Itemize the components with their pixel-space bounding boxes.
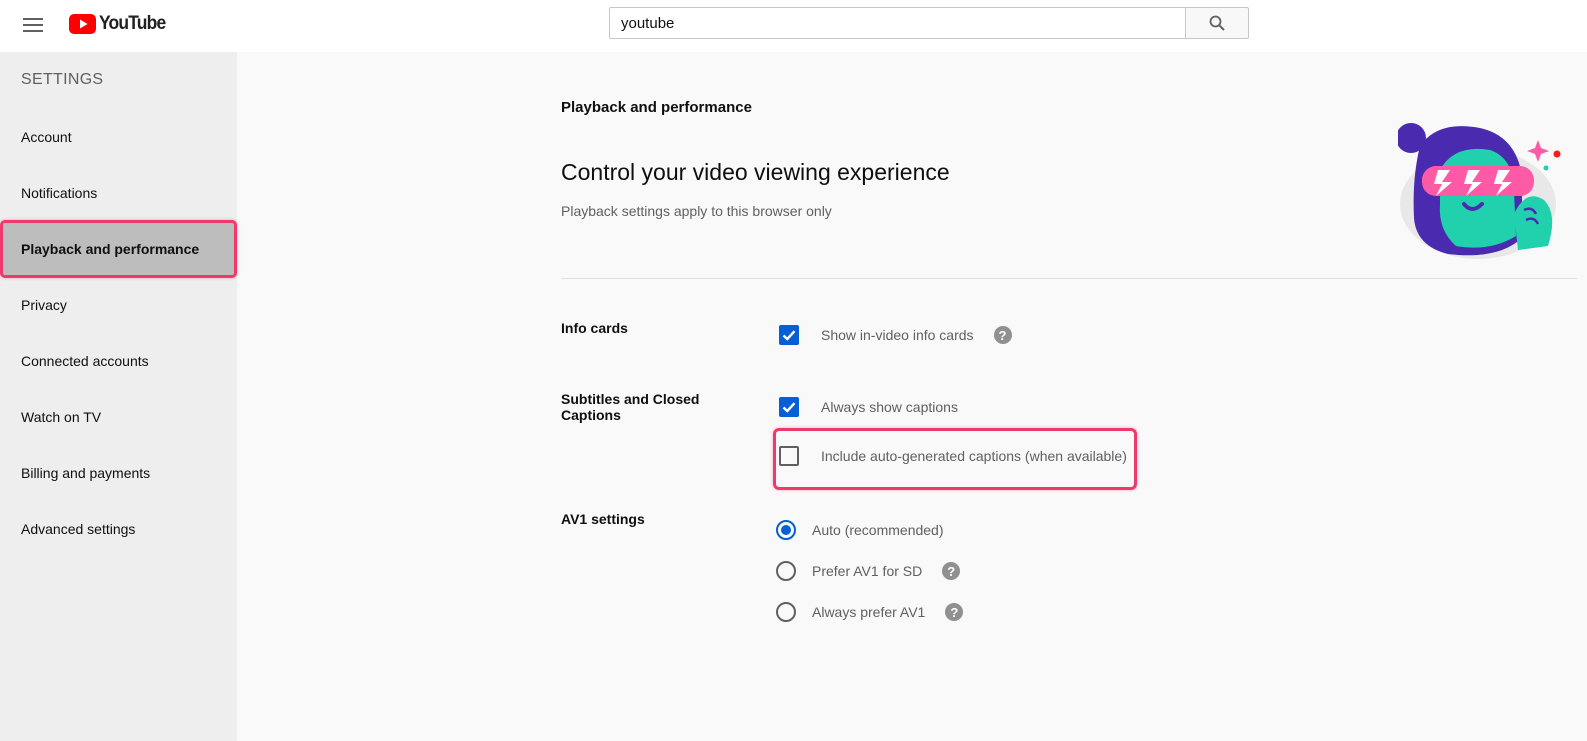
youtube-logo[interactable]: YouTube — [69, 13, 171, 35]
sidebar-item-advanced-settings[interactable]: Advanced settings — [0, 507, 237, 551]
av1-auto-label: Auto (recommended) — [812, 522, 944, 538]
av1-prefer-sd-label: Prefer AV1 for SD — [812, 563, 923, 579]
search-icon — [1209, 15, 1225, 31]
page-subtitle: Playback settings apply to this browser … — [561, 203, 832, 219]
info-cards-option-label: Show in-video info cards — [821, 327, 974, 343]
checkmark-icon — [782, 402, 796, 413]
page-title: Control your video viewing experience — [561, 159, 950, 185]
search-button[interactable] — [1185, 7, 1249, 39]
always-show-captions-option[interactable]: Always show captions — [779, 397, 958, 417]
info-cards-option[interactable]: Show in-video info cards ? — [779, 325, 1012, 345]
always-show-captions-label: Always show captions — [821, 399, 958, 415]
sidebar-title: SETTINGS — [21, 71, 104, 88]
av1-settings-label: AV1 settings — [561, 511, 645, 527]
radio-dot — [781, 525, 791, 535]
help-icon[interactable]: ? — [942, 562, 961, 580]
info-cards-label: Info cards — [561, 320, 628, 336]
av1-always-prefer-radio[interactable] — [776, 602, 796, 622]
av1-always-prefer-option[interactable]: Always prefer AV1 ? — [776, 602, 964, 622]
auto-generated-captions-option[interactable]: Include auto-generated captions (when av… — [779, 446, 1127, 466]
logo-text: YouTube — [99, 13, 166, 34]
sidebar-item-privacy[interactable]: Privacy — [0, 283, 237, 327]
section-heading: Playback and performance — [561, 99, 752, 116]
auto-generated-captions-label: Include auto-generated captions (when av… — [821, 448, 1127, 464]
sidebar-item-notifications[interactable]: Notifications — [0, 171, 237, 215]
sidebar-item-watch-on-tv[interactable]: Watch on TV — [0, 395, 237, 439]
av1-auto-radio[interactable] — [776, 520, 796, 540]
av1-auto-option[interactable]: Auto (recommended) — [776, 520, 944, 540]
playback-illustration — [1398, 123, 1561, 259]
search-bar — [609, 7, 1249, 39]
av1-always-prefer-label: Always prefer AV1 — [812, 604, 926, 620]
settings-sidebar: SETTINGS Account Notifications Playback … — [0, 52, 237, 741]
sidebar-item-connected-accounts[interactable]: Connected accounts — [0, 339, 237, 383]
youtube-play-icon — [69, 14, 96, 34]
checkmark-icon — [782, 330, 796, 341]
captions-label: Subtitles and Closed Captions — [561, 391, 700, 423]
av1-prefer-sd-radio[interactable] — [776, 561, 796, 581]
always-show-captions-checkbox[interactable] — [779, 397, 799, 417]
menu-icon[interactable] — [20, 12, 46, 38]
section-divider — [561, 278, 1577, 279]
sidebar-item-playback-and-performance[interactable]: Playback and performance — [0, 220, 237, 278]
help-icon[interactable]: ? — [993, 326, 1012, 344]
sidebar-item-billing-and-payments[interactable]: Billing and payments — [0, 451, 237, 495]
auto-generated-captions-checkbox[interactable] — [779, 446, 799, 466]
search-input[interactable] — [609, 7, 1185, 39]
av1-prefer-sd-option[interactable]: Prefer AV1 for SD ? — [776, 561, 961, 581]
sidebar-item-account[interactable]: Account — [0, 115, 237, 159]
help-icon[interactable]: ? — [945, 603, 964, 621]
info-cards-checkbox[interactable] — [779, 325, 799, 345]
top-bar: YouTube — [0, 0, 1587, 52]
